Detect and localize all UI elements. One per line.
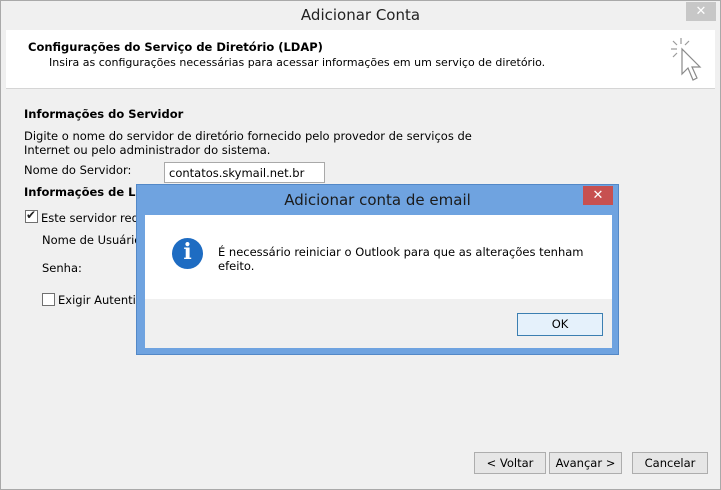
dialog-body: i É necessário reiniciar o Outlook para … xyxy=(145,215,612,299)
header-pane: Configurações do Serviço de Diretório (L… xyxy=(6,30,715,89)
server-info-heading: Informações do Servidor xyxy=(24,107,184,121)
next-button[interactable]: Avançar > xyxy=(549,452,622,474)
cancel-button[interactable]: Cancelar xyxy=(632,452,708,474)
close-icon: ✕ xyxy=(592,188,604,203)
server-name-input[interactable] xyxy=(164,162,325,183)
cursor-sparkle-icon xyxy=(671,38,702,81)
window-titlebar: Adicionar Conta ✕ xyxy=(1,1,720,30)
spa-checkbox[interactable] xyxy=(42,293,55,306)
password-label: Senha: xyxy=(42,261,82,275)
close-icon: ✕ xyxy=(695,4,707,19)
window-close-button[interactable]: ✕ xyxy=(686,2,716,21)
server-info-description: Digite o nome do servidor de diretório f… xyxy=(24,129,472,157)
info-icon: i xyxy=(172,238,203,269)
server-name-label: Nome do Servidor: xyxy=(24,163,132,177)
dialog-close-button[interactable]: ✕ xyxy=(583,186,613,205)
requires-logon-checkbox[interactable] xyxy=(25,208,38,223)
ok-button[interactable]: OK xyxy=(517,313,603,336)
window-title: Adicionar Conta xyxy=(300,6,421,24)
restart-notice-dialog: Adicionar conta de email ✕ i É necessári… xyxy=(136,184,619,355)
header-description: Insira as configurações necessárias para… xyxy=(49,56,546,69)
username-label: Nome de Usuário: xyxy=(42,233,146,247)
header-title: Configurações do Serviço de Diretório (L… xyxy=(28,40,323,54)
dialog-title: Adicionar conta de email xyxy=(284,191,471,209)
dialog-footer: OK xyxy=(145,299,612,348)
dialog-message: É necessário reiniciar o Outlook para qu… xyxy=(218,245,584,273)
back-button[interactable]: < Voltar xyxy=(474,452,546,474)
